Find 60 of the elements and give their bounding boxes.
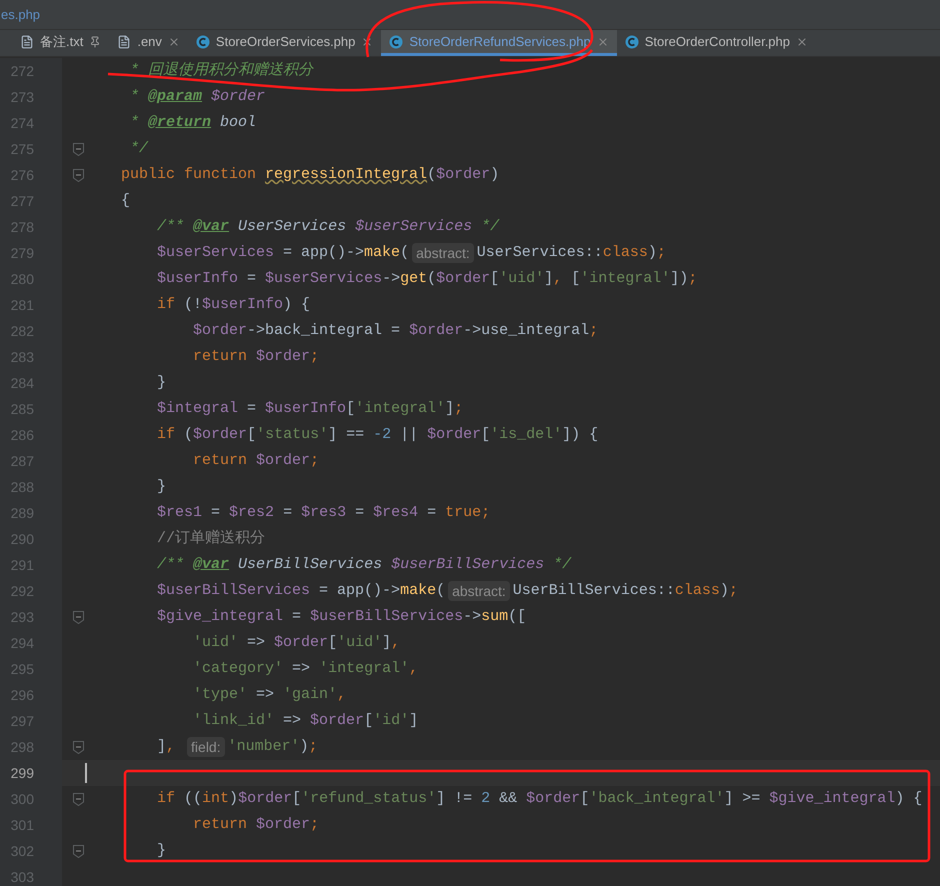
inlay-hint: field: [187,737,225,757]
code-text: $userInfo = $userServices->get($order['uid'], ['integral']); [156,268,698,289]
class-icon [196,34,210,48]
code-text: $order->back_integral = $order->use_integral; [192,320,598,341]
code-text: /** @var UserBillServices $userBillServices */ [156,554,572,575]
line-number: 299 [10,764,34,782]
code-text: * 回退使用积分和赠送积分 [129,60,314,81]
code-text: $userBillServices = app()->make( [156,580,446,601]
code-text: UserServices::class); [476,242,666,263]
code-text: 'link_id' => $order['id'] [192,710,418,731]
fold-marker-icon[interactable] [73,142,84,156]
file-icon [117,34,132,48]
code-text: { [120,190,130,211]
code-text: } [156,476,166,497]
code-text: * @param $order [129,86,266,107]
code-text: } [156,372,166,393]
code-text: /** @var UserServices $userServices */ [156,216,500,237]
close-icon[interactable] [796,36,808,48]
code-text: return $order; [192,814,320,835]
class-icon [624,34,639,48]
file-icon [20,34,34,48]
fold-marker-icon[interactable] [73,168,84,182]
fold-marker-icon[interactable] [73,610,84,624]
close-icon[interactable] [168,36,180,48]
code-text: */ [129,138,148,159]
code-text: UserBillServices::class); [512,580,738,601]
pin-icon[interactable] [89,36,102,48]
code-text: return $order; [192,346,320,367]
code-text: } [156,840,166,861]
code-text: if ((int)$order['refund_status'] != 2 && $order['back_integral'] >= $give_integral) { [156,788,922,809]
fold-marker-icon[interactable] [73,740,84,754]
editor-tab[interactable]: StoreOrderController.php [616,30,816,56]
code-text: 'uid' => $order['uid'], [192,632,400,653]
editor-tab[interactable]: StoreOrderServices.php [188,30,382,56]
inlay-hint: abstract: [412,243,474,263]
code-text: $give_integral = $userBillServices->sum([ [156,606,526,627]
code-text: $res1 = $res2 = $res3 = $res4 = true; [156,502,490,523]
close-icon[interactable] [596,36,609,48]
text-caret [85,763,87,783]
fold-marker-icon[interactable] [73,844,84,858]
editor-tab[interactable]: 备注.txt [12,30,110,56]
code-text: public function regressionIntegral($order) [120,164,500,185]
code-text: $integral = $userInfo['integral']; [156,398,464,419]
close-icon[interactable] [361,36,374,48]
code-text: if ($order['status'] == -2 || $order['is_del']) { [156,424,598,445]
code-text: //订单赠送积分 [156,528,266,549]
inlay-hint: abstract: [448,581,510,601]
fold-marker-icon[interactable] [73,792,84,806]
file-path[interactable]: es.php [0,4,40,24]
code-text: return $order; [192,450,320,471]
class-icon [389,34,404,48]
code-text: 'category' => 'integral', [192,658,418,679]
editor-tab[interactable]: StoreOrderRefundServices.php [381,30,617,56]
code-text: if (!$userInfo) { [156,294,310,315]
code-text: 'type' => 'gain', [192,684,346,705]
editor-tab[interactable]: .env [109,30,188,56]
code-text: * @return bool [129,112,256,133]
code-text: 'number'); [228,736,318,757]
code-text: $userServices = app()->make( [156,242,410,263]
code-text: ], [156,736,176,757]
